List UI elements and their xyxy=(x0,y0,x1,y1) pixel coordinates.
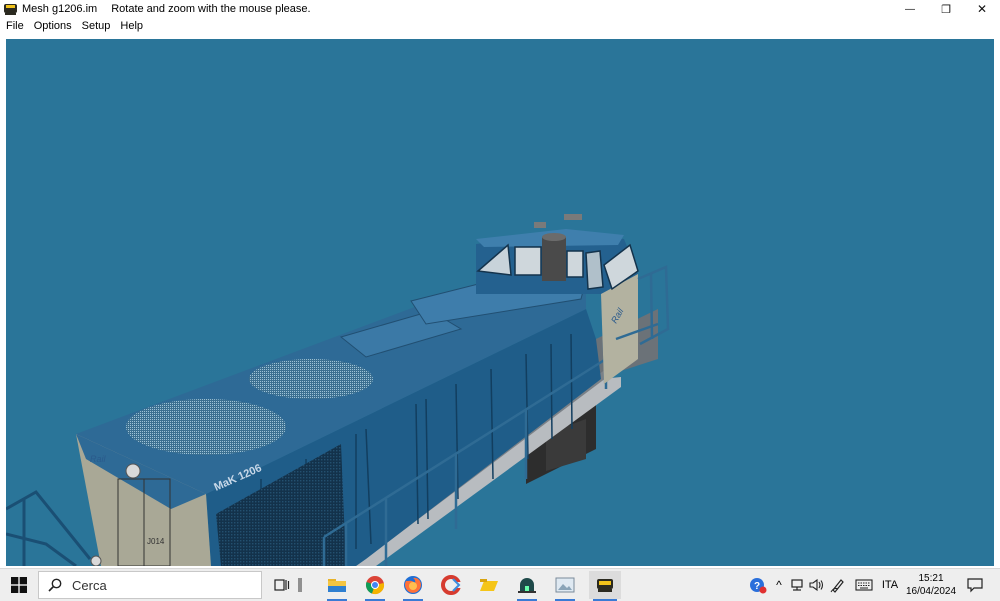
dome-app-icon xyxy=(518,578,536,593)
restore-icon: ❐ xyxy=(941,3,951,16)
chrome-icon xyxy=(365,576,385,595)
taskbar-clock[interactable]: 15:21 16/04/2024 xyxy=(904,572,958,598)
close-button[interactable]: ✕ xyxy=(964,0,1000,18)
close-icon: ✕ xyxy=(976,2,988,16)
notification-icon xyxy=(967,577,983,592)
separator-icon xyxy=(298,578,302,592)
help-badge-icon: ? xyxy=(750,578,767,594)
minimize-icon: — xyxy=(905,3,915,15)
taskbar-folder[interactable] xyxy=(475,571,503,599)
file-explorer-icon xyxy=(328,579,346,592)
firefox-icon xyxy=(404,576,422,594)
headlight xyxy=(125,463,141,479)
restore-button[interactable]: ❐ xyxy=(928,0,964,18)
tray-expand-button[interactable]: ^ xyxy=(770,569,788,601)
radiator-fan-2 xyxy=(249,359,373,399)
tray-keyboard[interactable] xyxy=(851,569,877,601)
taskbar-dome-app[interactable] xyxy=(513,571,541,601)
svg-text:?: ? xyxy=(754,581,760,592)
language-indicator: ITA xyxy=(881,579,899,591)
tray-language[interactable]: ITA xyxy=(879,569,901,601)
photos-icon xyxy=(555,577,575,593)
cab-side-window xyxy=(585,250,604,290)
network-icon xyxy=(791,579,803,591)
exhaust-stack xyxy=(542,233,566,281)
taskbar: ? ^ ITA 15 xyxy=(0,568,1000,601)
window-controls: — ❐ ✕ xyxy=(892,0,1000,18)
front-logo: Rail xyxy=(90,454,107,464)
pen-icon xyxy=(830,579,844,593)
ccleaner-icon xyxy=(441,575,461,595)
speaker-icon xyxy=(809,578,824,592)
window-title: Mesh g1206.im xyxy=(22,3,98,15)
3d-viewport[interactable]: Rail J014 MaK 1206 Rail xyxy=(6,39,994,566)
taskbar-separator xyxy=(292,571,308,599)
front-number: J014 xyxy=(147,537,165,546)
search-input[interactable] xyxy=(70,576,224,594)
cab-window-3 xyxy=(566,250,584,278)
headlight-lower xyxy=(90,555,102,566)
start-button[interactable] xyxy=(0,569,38,601)
taskbar-photos[interactable] xyxy=(551,571,579,601)
window-message: Rotate and zoom with the mouse please. xyxy=(111,3,311,15)
chevron-up-icon: ^ xyxy=(776,578,782,592)
clock-time: 15:21 xyxy=(918,573,944,584)
locomotive-app-icon xyxy=(597,579,613,592)
task-view-icon xyxy=(274,579,290,591)
windows-logo-icon xyxy=(11,577,27,593)
rear-railing xyxy=(6,490,92,566)
locomotive-model: Rail J014 MaK 1206 Rail xyxy=(6,214,670,566)
taskbar-locomotive-app[interactable] xyxy=(589,571,621,601)
folder-icon xyxy=(480,579,498,591)
tray-pen[interactable] xyxy=(827,569,849,601)
locomotive-icon[interactable] xyxy=(4,3,17,15)
tray-volume[interactable] xyxy=(808,569,826,601)
action-center-button[interactable] xyxy=(962,569,988,601)
taskbar-chrome[interactable] xyxy=(361,571,389,601)
radiator-fan-1 xyxy=(126,399,286,455)
menu-bar: File Options Setup Help xyxy=(0,18,1000,34)
taskbar-ccleaner[interactable] xyxy=(437,571,465,599)
tray-help-icon-button[interactable]: ? xyxy=(747,569,769,601)
minimize-button[interactable]: — xyxy=(892,0,928,18)
menu-setup[interactable]: Setup xyxy=(77,20,116,32)
menu-help[interactable]: Help xyxy=(115,20,148,32)
taskbar-file-explorer[interactable] xyxy=(323,571,351,601)
cab-window-2 xyxy=(514,246,542,276)
title-bar: Mesh g1206.im Rotate and zoom with the m… xyxy=(0,0,1000,18)
menu-options[interactable]: Options xyxy=(29,20,77,32)
keyboard-icon xyxy=(855,579,873,591)
clock-date: 16/04/2024 xyxy=(905,586,957,597)
menu-file[interactable]: File xyxy=(0,20,29,32)
search-icon xyxy=(48,578,62,592)
tray-network[interactable] xyxy=(789,569,807,601)
taskbar-firefox[interactable] xyxy=(399,571,427,601)
taskbar-search[interactable] xyxy=(38,571,262,599)
